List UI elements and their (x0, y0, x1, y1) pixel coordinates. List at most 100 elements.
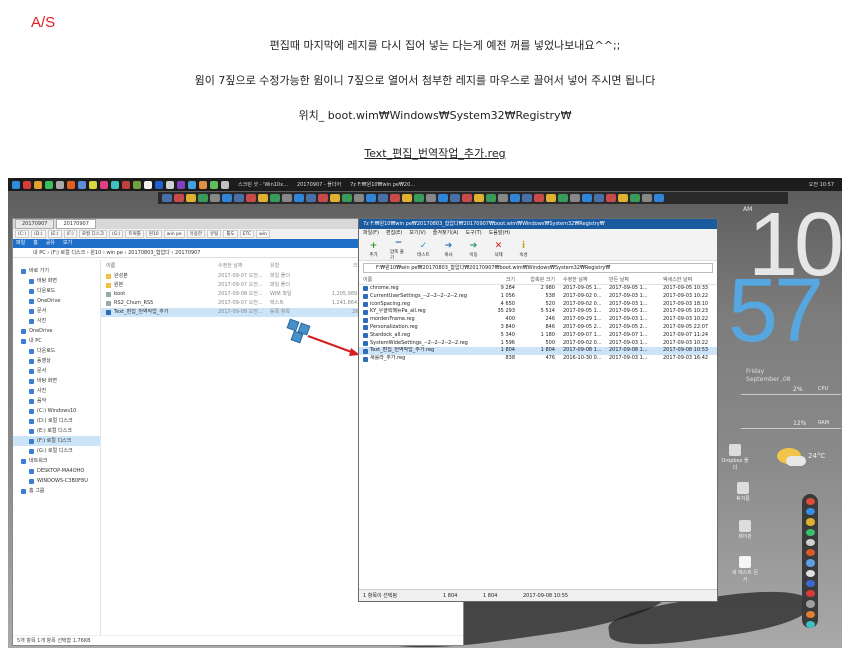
desktop-icon-text[interactable]: 새 텍스트 문서 (730, 556, 760, 583)
archive-name: chrome.reg (370, 285, 399, 291)
column-header[interactable]: 압축된 크기 (515, 275, 555, 284)
archive-size: 5 340 (500, 331, 515, 338)
column-header[interactable]: 크기 (485, 275, 515, 284)
archive-packed: 520 (545, 300, 555, 307)
post-line-3: 위치_ boot.wim₩Windows₩System32₩Registry₩ (298, 109, 572, 122)
weather-temp: 24°C (808, 452, 826, 460)
archive-row[interactable]: mordenFrame.reg 400 246 2017-09-29 1... 2017… (359, 316, 717, 324)
desktop-icon-trash[interactable]: 휴지통 (728, 482, 758, 502)
clock-minute: 57 (728, 261, 824, 361)
archive-modified: 2017-09-02 0... (563, 339, 602, 346)
page: A/S 편집때 마지막에 레지를 다시 집어 넣는 다는게 예전 꺼를 넣었나보… (0, 0, 850, 648)
dock-app-icon[interactable] (805, 538, 815, 547)
toolbar-label: 속성 (519, 252, 528, 258)
archive-accessed: 2017-09-03 10:22 (663, 339, 709, 346)
menu-item[interactable]: 파일(F) (363, 229, 379, 238)
archive-modified: 2017-09-05 2... (563, 323, 602, 330)
reg-file-icon (363, 286, 368, 292)
archive-row[interactable]: 새롤라_추가.reg 838 476 2016-10-30 0... 2017-09-0… (359, 355, 717, 363)
archive-name-cell: mordenFrame.reg (363, 316, 485, 324)
column-header[interactable]: 만든 날짜 (609, 275, 663, 284)
archive-packed: 538 (545, 292, 555, 299)
toolbar-button[interactable]: ✕ 삭제 (490, 238, 507, 260)
archive-name: 새롤라_추가.reg (370, 355, 406, 362)
archive-name-cell: chrome.reg (363, 285, 485, 293)
archive-created: 2017-09-03 1... (609, 292, 648, 299)
archive-size: 35 293 (497, 308, 516, 315)
toolbar-glyph-icon: ✕ (494, 240, 503, 251)
archive-packed: 246 (545, 316, 555, 323)
toolbar-glyph-icon: i (521, 240, 526, 251)
archive-created: 2017-09-05 2... (609, 323, 648, 330)
desktop-screenshot: 스크린 샷 - 'Win10x... 20170907 - 폴더어 7z F:₩윈1… (8, 178, 842, 648)
archive-packed: 5 514 (540, 308, 555, 315)
archive-row[interactable]: KY_우클릭메뉴Pa_all.reg 35 293 5 514 2017-09-05 … (359, 308, 717, 316)
dock-app-icon[interactable] (805, 590, 815, 598)
archive-name: CurrentUserSettings_--2--2--2--2--2.reg (370, 292, 467, 299)
archive-packed: 1 804 (540, 347, 555, 354)
attachment-link[interactable]: Text_편집_번역작업_추가.reg (0, 145, 850, 161)
toolbar-label: 복사 (444, 252, 453, 258)
toolbar-button[interactable]: ✓ 테스트 (415, 238, 432, 260)
archive-size: 9 284 (500, 285, 515, 291)
toolbar-button[interactable]: + 추가 (365, 238, 382, 260)
dock-app-icon[interactable] (805, 528, 815, 536)
column-header[interactable]: 액세스한 날짜 (663, 275, 717, 284)
archive-accessed: 2017-09-05 10:23 (663, 308, 709, 315)
toolbar-button[interactable]: − 압축 풀기 (390, 238, 407, 261)
column-header[interactable]: 수정한 날짜 (555, 275, 609, 284)
menu-item[interactable]: 도움말(H) (489, 229, 510, 238)
cpu-bar (741, 394, 841, 395)
archive-size: 838 (505, 355, 515, 362)
archive-name: Personalization.reg (370, 323, 418, 330)
toolbar-button[interactable]: ➔ 복사 (440, 238, 457, 260)
dock-app-icon[interactable] (805, 518, 815, 526)
toolbar-glyph-icon: ➔ (469, 240, 478, 251)
archive-modified: 2017-09-05 1... (563, 285, 602, 291)
reg-file-icon (363, 317, 368, 323)
dock-app-icon[interactable] (805, 498, 815, 506)
dock-app-icon[interactable] (805, 579, 815, 588)
dock-app-icon[interactable] (805, 600, 815, 608)
toolbar-glyph-icon: + (369, 240, 378, 251)
archive-size: 400 (505, 316, 515, 323)
archive-name: iconSpacing.reg (370, 300, 411, 307)
archive-accessed: 2017-09-05 22:07 (663, 323, 709, 330)
archive-accessed: 2017-09-03 18:10 (663, 300, 709, 307)
menu-item[interactable]: 도구(T) (466, 229, 482, 238)
dock-app-icon[interactable] (805, 549, 815, 557)
dock-app-icon[interactable] (805, 620, 815, 629)
toolbar-button[interactable]: i 속성 (515, 238, 532, 260)
dock-app-icon[interactable] (805, 569, 815, 577)
column-header[interactable]: 이름 (363, 275, 485, 284)
desktop-icon-control-panel[interactable]: 제어판 (730, 520, 760, 540)
7zip-path-field[interactable]: F:₩윈10₩win pe₩20170803_합압다₩20170907₩boot… (363, 263, 713, 273)
dock-app-icon[interactable] (805, 508, 815, 516)
archive-row[interactable]: chrome.reg 9 284 2 980 2017-09-05 1... 2017-… (359, 285, 717, 293)
menu-item[interactable]: 보기(V) (409, 229, 426, 238)
archive-created: 2017-09-03 1... (609, 339, 648, 346)
toolbar-button[interactable]: ➔ 이동 (465, 238, 482, 260)
cpu-label: CPU (818, 386, 829, 392)
cloud-icon (786, 456, 806, 466)
archive-row[interactable]: SystemWideSettings_--2--2--2--2--2.reg 1 … (359, 340, 717, 348)
archive-row[interactable]: Stardock_all.reg 5 340 1 180 2017-09-07 1..… (359, 332, 717, 340)
desktop-icon-dropbox[interactable]: Dropbox 폴더 (720, 444, 750, 471)
clock-day: Friday (746, 368, 765, 375)
archive-name-cell: SystemWideSettings_--2--2--2--2--2.reg (363, 340, 485, 348)
archive-name: KY_우클릭메뉴Pa_all.reg (370, 308, 426, 315)
post-line-2: 윔이 7짚으로 수정가능한 윔이니 7짚으로 열어서 첨부한 레지를 마우스로 … (194, 74, 656, 87)
archive-row[interactable]: Personalization.reg 3 840 846 2017-09-05 2.… (359, 324, 717, 332)
archive-modified: 2017-09-02 0... (563, 300, 602, 307)
dock-app-icon[interactable] (805, 610, 815, 618)
archive-row[interactable]: CurrentUserSettings_--2--2--2--2--2.reg 1… (359, 293, 717, 301)
menu-item[interactable]: 즐겨찾기(A) (433, 229, 459, 238)
reg-file-icon (363, 325, 368, 331)
archive-row[interactable]: iconSpacing.reg 4 650 520 2017-09-02 0... 20… (359, 301, 717, 309)
archive-created: 2017-09-03 1... (609, 316, 648, 323)
dock-app-icon[interactable] (805, 559, 815, 567)
7zip-menu: 파일(F) 편집(E) 보기(V) 즐겨찾기(A) 도구(T) 도움말(H) (359, 229, 717, 238)
archive-row[interactable]: Text_편집_번역작업_추가.reg 1 804 1 804 2017-09-08 … (359, 347, 717, 356)
status-cell: 1 항목이 선택됨 (363, 593, 397, 599)
status-cell: 1 804 (443, 593, 458, 599)
